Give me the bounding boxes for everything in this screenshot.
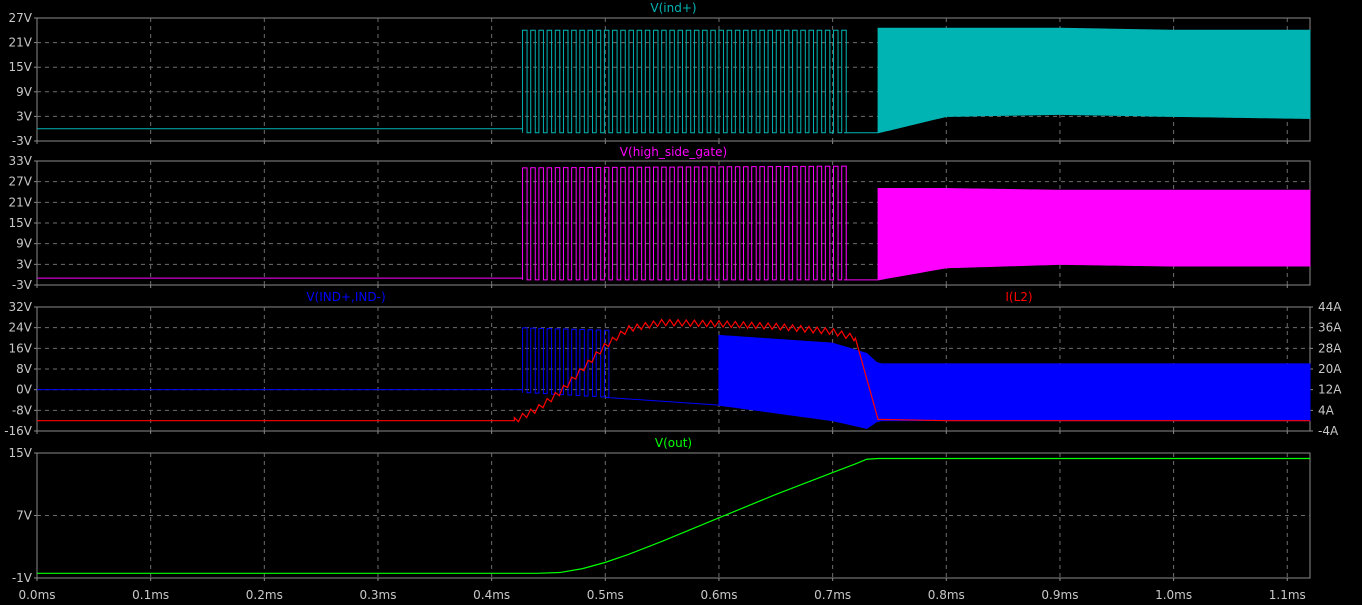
y-tick-label: 0V — [16, 383, 33, 397]
y-tick-label: 16V — [9, 341, 33, 355]
series-line — [37, 165, 879, 281]
x-tick-label: 0.4ms — [473, 588, 510, 602]
y-tick-label: 15V — [9, 216, 33, 230]
x-tick-label: 0.2ms — [246, 588, 283, 602]
chart-title: V(high_side_gate) — [620, 145, 727, 159]
y-tick-label-right: 12A — [1318, 383, 1342, 397]
y-tick-label: -16V — [4, 424, 33, 438]
y-tick-label: 32V — [9, 300, 33, 314]
y-tick-label: 21V — [9, 36, 33, 50]
x-tick-label: 0.0ms — [18, 588, 55, 602]
y-tick-label: -8V — [12, 403, 33, 417]
y-tick-label: -3V — [12, 134, 33, 148]
y-tick-label: 9V — [16, 237, 33, 251]
y-tick-label-right: 28A — [1318, 341, 1342, 355]
y-tick-label: 9V — [16, 85, 33, 99]
waveform-viewer[interactable]: 27V 21V 15V 9V 3V -3V 33V 27V 21V 15V 9V 3V -3V 32V 24… — [0, 0, 1362, 605]
y-tick-label: 15V — [9, 60, 33, 74]
y-tick-label: 3V — [16, 109, 33, 123]
series-band — [877, 27, 1311, 134]
y-tick-label: 3V — [16, 257, 33, 271]
y-tick-label: 8V — [16, 362, 33, 376]
series-band — [877, 188, 1311, 281]
x-tick-label: 0.9ms — [1041, 588, 1078, 602]
series-line — [37, 29, 879, 134]
x-tick-label: 0.1ms — [132, 588, 169, 602]
chart-title: V(ind+) — [650, 1, 696, 15]
y-tick-label-right: 36A — [1318, 321, 1342, 335]
y-tick-label: 24V — [9, 321, 33, 335]
x-tick-label: 1.1ms — [1269, 588, 1306, 602]
series-band — [718, 334, 1311, 429]
y-tick-label-right: 44A — [1318, 300, 1342, 314]
y-tick-label: 33V — [9, 154, 33, 168]
x-tick-label: 0.7ms — [814, 588, 851, 602]
x-tick-label: 0.5ms — [587, 588, 624, 602]
pane-3 — [34, 452, 1311, 581]
x-tick-label: 0.8ms — [928, 588, 965, 602]
y-tick-label: 21V — [9, 195, 33, 209]
y-tick-label-right: 4A — [1318, 403, 1335, 417]
y-tick-label-right: -4A — [1318, 424, 1339, 438]
chart-title: V(out) — [655, 436, 692, 450]
y-tick-label: 27V — [9, 175, 33, 189]
y-tick-label: -1V — [12, 571, 33, 585]
chart-title-right: I(L2) — [1005, 290, 1032, 304]
y-tick-label: 7V — [16, 509, 33, 523]
chart-title-left: V(IND+,IND-) — [306, 290, 385, 304]
y-tick-label: -3V — [12, 278, 33, 292]
x-tick-label: 0.6ms — [700, 588, 737, 602]
x-tick-label: 0.3ms — [359, 588, 396, 602]
y-tick-label: 27V — [9, 11, 33, 25]
x-tick-label: 1.0ms — [1155, 588, 1192, 602]
y-tick-label-right: 20A — [1318, 362, 1342, 376]
y-tick-label: 15V — [9, 446, 33, 460]
